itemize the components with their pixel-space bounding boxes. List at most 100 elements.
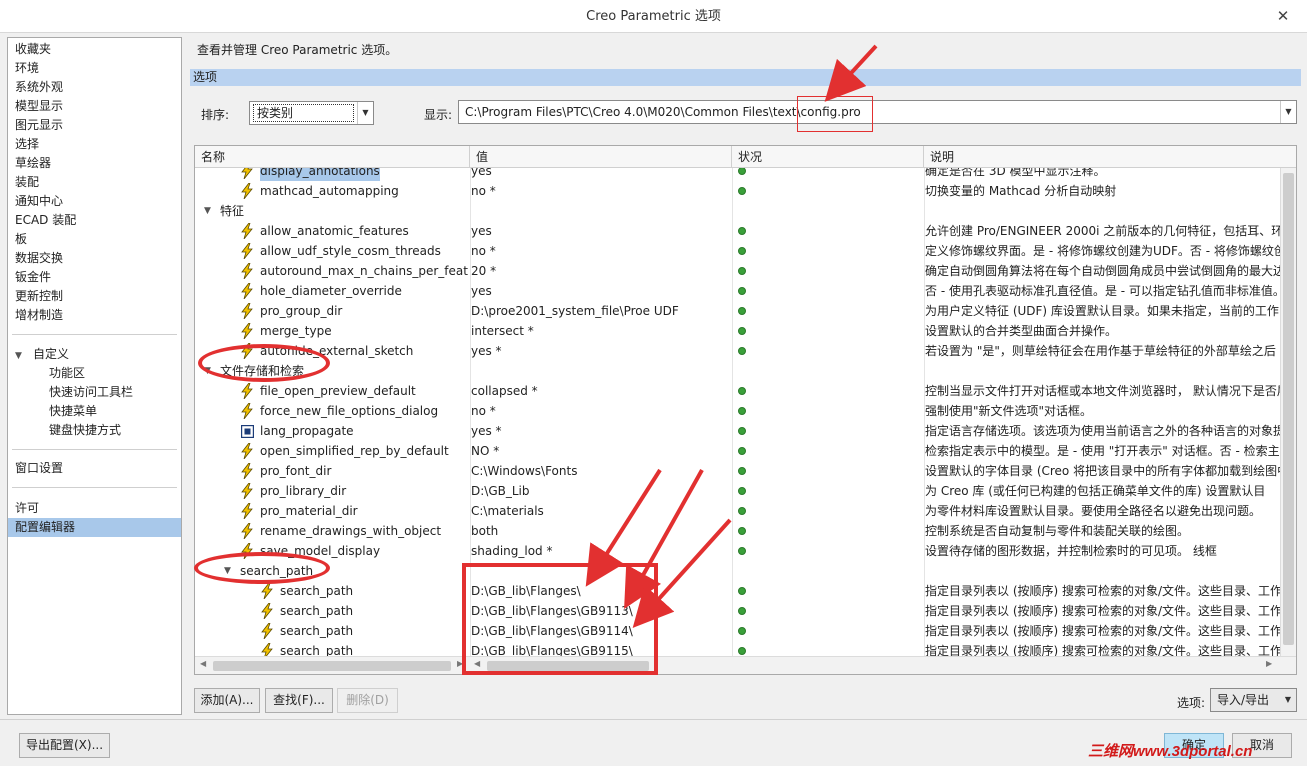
sidebar-item-config-editor[interactable]: 配置编辑器 [8,518,181,537]
table-row[interactable]: allow_udf_style_cosm_threads no * 定义修饰螺纹界面… [195,241,1280,261]
cell-value[interactable]: NO * [471,441,731,461]
sidebar-item[interactable]: 数据交换 [8,249,181,268]
sidebar-item[interactable]: 系统外观 [8,78,181,97]
collapse-icon[interactable]: ▼ [204,201,211,221]
delete-button[interactable]: 删除(D) [337,688,398,713]
status-ok-icon [738,247,746,255]
table-row[interactable]: file_open_preview_default collapsed * 控制当显… [195,381,1280,401]
sidebar-subitem[interactable]: 快捷菜单 [8,402,181,421]
table-row[interactable]: search_path D:\GB_lib\Flanges\ 指定目录列表以 (按顺… [195,581,1280,601]
table-row[interactable]: mathcad_automapping no * 切换变量的 Mathcad 分析自… [195,181,1280,201]
close-icon[interactable]: ✕ [1273,0,1293,33]
cell-description: 控制系统是否自动复制与零件和装配关联的绘图。 [925,524,1190,538]
table-row[interactable]: lang_propagate yes * 指定语言存储选项。该选项为使用当前语言之外… [195,421,1280,441]
cell-value[interactable]: yes [471,168,731,181]
column-header-value[interactable]: 值 [470,146,732,168]
cell-value[interactable]: yes * [471,341,731,361]
sidebar-item[interactable]: 模型显示 [8,97,181,116]
option-name: search_path [280,584,354,598]
sidebar-subitem[interactable]: 键盘快捷方式 [8,421,181,440]
sidebar-item-license[interactable]: 许可 [8,499,181,518]
sidebar-subitem[interactable]: 快速访问工具栏 [8,383,181,402]
table-row[interactable]: force_new_file_options_dialog no * 强制使用"新文… [195,401,1280,421]
table-group-row[interactable]: ▼ search_path [195,561,1280,581]
table-row[interactable]: merge_type intersect * 设置默认的合并类型曲面合并操作。 [195,321,1280,341]
sidebar-item[interactable]: 通知中心 [8,192,181,211]
table-row[interactable]: pro_material_dir C:\materials 为零件材料库设置默认目录… [195,501,1280,521]
cell-value[interactable]: yes * [471,421,731,441]
sidebar-item[interactable]: 钣金件 [8,268,181,287]
find-button[interactable]: 查找(F)... [265,688,333,713]
table-row[interactable]: save_model_display shading_lod * 设置待存储的图形… [195,541,1280,561]
table-row[interactable]: pro_font_dir C:\Windows\Fonts 设置默认的字体目录 (C… [195,461,1280,481]
bolt-icon [240,302,254,320]
cell-name: hole_diameter_override [195,281,469,301]
section-header: 选项 [190,69,1301,86]
cell-value[interactable]: D:\GB_Lib [471,481,731,501]
table-row[interactable]: autohide_external_sketch yes * 若设置为 "是"，则草… [195,341,1280,361]
table-row[interactable]: pro_group_dir D:\proe2001_system_file\Pro… [195,301,1280,321]
sidebar-item-customize[interactable]: ▼ 自定义 [8,345,181,364]
column-header-description[interactable]: 说明 [924,146,1296,168]
sidebar-item[interactable]: 环境 [8,59,181,78]
table-row[interactable]: search_path D:\GB_lib\Flanges\GB9113\ 指定目录… [195,601,1280,621]
sidebar-item[interactable]: 装配 [8,173,181,192]
status-ok-icon [738,647,746,655]
scrollbar-thumb[interactable] [1283,173,1294,645]
cell-name: lang_propagate [195,421,469,441]
column-header-status[interactable]: 状况 [732,146,924,168]
cell-value[interactable]: no * [471,241,731,261]
sort-dropdown[interactable]: 按类别 ▼ [249,101,374,125]
table-row[interactable]: open_simplified_rep_by_default NO * 检索指定表示… [195,441,1280,461]
cell-value[interactable]: 20 * [471,261,731,281]
cell-value[interactable]: collapsed * [471,381,731,401]
cell-description: 否 - 使用孔表驱动标准孔直径值。是 - 可以指定钻孔值而非标准值。 [925,284,1280,298]
sidebar-item[interactable]: 更新控制 [8,287,181,306]
cell-value[interactable]: intersect * [471,321,731,341]
table-row[interactable]: autoround_max_n_chains_per_feat 20 * 确定自动倒… [195,261,1280,281]
cell-value[interactable]: no * [471,181,731,201]
add-button[interactable]: 添加(A)... [194,688,260,713]
sidebar-item[interactable]: 增材制造 [8,306,181,325]
table-group-row[interactable]: ▼ 特征 [195,201,1280,221]
sidebar-item[interactable]: 图元显示 [8,116,181,135]
import-export-dropdown[interactable]: 导入/导出 ▼ [1210,688,1297,712]
table-group-row[interactable]: ▼ 文件存储和检索 [195,361,1280,381]
column-header-name[interactable]: 名称 [195,146,470,168]
status-ok-icon [738,587,746,595]
cell-value[interactable]: shading_lod * [471,541,731,561]
table-row[interactable]: allow_anatomic_features yes 允许创建 Pro/ENGIN… [195,221,1280,241]
table-row[interactable]: rename_drawings_with_object both 控制系统是否自动复… [195,521,1280,541]
horizontal-scrollbar[interactable]: ◀ ▶ ◀ ▶ [195,656,1296,674]
cell-description: 设置待存储的图形数据，并控制检索时的可见项。 线框 [925,544,1217,558]
cell-value[interactable]: D:\proe2001_system_file\Proe UDF [471,301,731,321]
table-row[interactable]: hole_diameter_override yes 否 - 使用孔表驱动标准孔直径… [195,281,1280,301]
cell-value[interactable]: both [471,521,731,541]
sidebar-subitem[interactable]: 功能区 [8,364,181,383]
scroll-left-icon[interactable]: ◀ [200,659,206,668]
scroll-right-icon[interactable]: ▶ [1266,659,1272,668]
table-row[interactable]: pro_library_dir D:\GB_Lib 为 Creo 库 (或任何已构建… [195,481,1280,501]
scrollbar-thumb[interactable] [213,661,451,671]
cell-value[interactable]: yes [471,281,731,301]
table-row[interactable]: search_path D:\GB_lib\Flanges\GB9115\ 指定目录… [195,641,1280,656]
sidebar-item[interactable]: 草绘器 [8,154,181,173]
chevron-down-icon: ▼ [1284,695,1292,704]
cell-value[interactable]: no * [471,401,731,421]
show-label: 显示: [424,108,453,122]
sidebar-item[interactable]: 收藏夹 [8,40,181,59]
table-row[interactable]: display_annotations yes 确定是否在 3D 模型中显示注释。 [195,168,1280,181]
cell-value[interactable]: yes [471,221,731,241]
sidebar-item[interactable]: ECAD 装配 [8,211,181,230]
cell-value[interactable]: C:\materials [471,501,731,521]
sidebar-item[interactable]: 板 [8,230,181,249]
option-name: file_open_preview_default [260,384,416,398]
cell-name: open_simplified_rep_by_default [195,441,469,461]
sidebar-item-window-settings[interactable]: 窗口设置 [8,459,181,478]
cell-value[interactable]: C:\Windows\Fonts [471,461,731,481]
config-file-dropdown[interactable]: C:\Program Files\PTC\Creo 4.0\M020\Commo… [458,100,1297,124]
sidebar-item[interactable]: 选择 [8,135,181,154]
table-row[interactable]: search_path D:\GB_lib\Flanges\GB9114\ 指定目录… [195,621,1280,641]
export-config-button[interactable]: 导出配置(X)... [19,733,110,758]
vertical-scrollbar[interactable] [1280,168,1296,656]
